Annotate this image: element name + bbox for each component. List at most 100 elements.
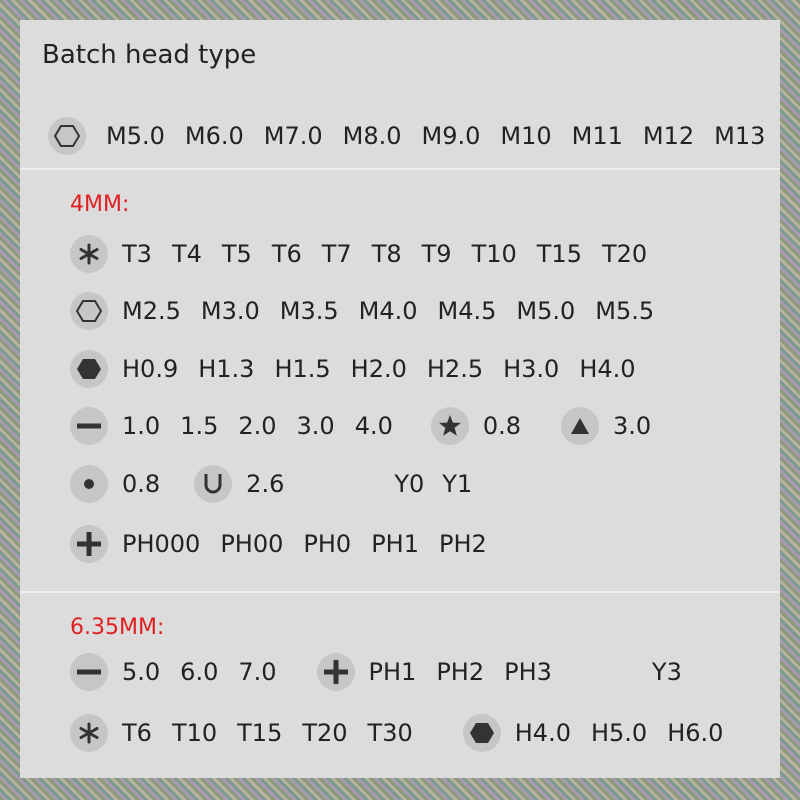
y-label: Y3 xyxy=(651,658,682,686)
slotted-labels: 5.0 6.0 7.0 xyxy=(122,658,277,686)
size-label: T8 xyxy=(371,240,402,268)
size-label: H5.0 xyxy=(590,719,648,747)
slotted-icon xyxy=(70,653,108,691)
size-label: 3.0 xyxy=(296,412,335,440)
phillips-row-4mm: PH000 PH00 PH0 PH1 PH2 xyxy=(70,524,487,564)
size-label: M12 xyxy=(642,122,695,150)
size-label: 5.0 xyxy=(122,658,161,686)
size-label: H0.9 xyxy=(122,355,179,383)
size-label: M3.5 xyxy=(279,297,339,325)
size-label: M3.0 xyxy=(200,297,260,325)
slotted-phillips-row-635mm: 5.0 6.0 7.0 PH1 PH2 PH3 Y3 xyxy=(70,652,682,692)
size-label: T6 xyxy=(122,719,152,747)
size-label: PH000 xyxy=(122,530,201,558)
size-label: T5 xyxy=(221,240,252,268)
section-label-635mm: 6.35MM: xyxy=(70,615,165,640)
dot-icon xyxy=(70,465,108,503)
size-label: PH2 xyxy=(438,530,487,558)
hex-outline-row-4mm: M2.5 M3.0 M3.5 M4.0 M4.5 M5.0 M5.5 xyxy=(70,291,654,331)
phillips-icon xyxy=(70,525,108,563)
size-label: M11 xyxy=(571,122,623,150)
size-label: 2.0 xyxy=(238,412,277,440)
size-label: T10 xyxy=(471,240,517,268)
size-label: M8.0 xyxy=(342,122,402,150)
hexagon-outline-icon xyxy=(48,117,86,155)
size-label: 4.0 xyxy=(354,412,393,440)
size-label: PH1 xyxy=(371,530,419,558)
torx-icon xyxy=(70,235,108,273)
size-label: H4.0 xyxy=(514,719,571,747)
y-label: Y1 xyxy=(442,470,473,498)
hex-solid-row-4mm: H0.9 H1.3 H1.5 H2.0 H2.5 H3.0 H4.0 xyxy=(70,349,636,389)
torx-labels: T6 T10 T15 T20 T30 xyxy=(122,719,413,747)
star-icon xyxy=(430,407,469,445)
size-label: M5.0 xyxy=(106,122,165,150)
size-label: M4.0 xyxy=(358,297,418,325)
size-label: 7.0 xyxy=(238,658,277,686)
size-label: M10 xyxy=(500,122,552,150)
size-label: PH1 xyxy=(368,658,417,686)
size-label: PH0 xyxy=(303,530,352,558)
size-label: PH2 xyxy=(436,658,485,686)
size-label: T6 xyxy=(271,240,302,268)
size-label: H1.5 xyxy=(274,355,331,383)
size-label: H6.0 xyxy=(667,719,724,747)
size-label: M7.0 xyxy=(263,122,323,150)
size-label: 1.5 xyxy=(180,412,219,440)
triangle-size-label: 3.0 xyxy=(613,412,652,440)
phillips-labels: PH1 PH2 PH3 xyxy=(369,658,552,686)
size-label: M5.5 xyxy=(595,297,655,325)
size-label: T20 xyxy=(302,719,348,747)
size-label: PH00 xyxy=(220,530,284,558)
hexagon-solid-icon xyxy=(70,350,108,388)
size-label: 1.0 xyxy=(122,412,161,440)
hexagon-outline-icon xyxy=(70,292,108,330)
size-label: H2.0 xyxy=(350,355,407,383)
size-label: M6.0 xyxy=(184,122,244,150)
size-label: 6.0 xyxy=(180,658,219,686)
size-label: M4.5 xyxy=(437,297,497,325)
size-label: T10 xyxy=(171,719,218,747)
torx-icon xyxy=(70,714,108,752)
phillips-icon xyxy=(316,653,355,691)
size-label: M9.0 xyxy=(421,122,481,150)
phillips-labels: PH000 PH00 PH0 PH1 PH2 xyxy=(122,530,487,558)
star-size-label: 0.8 xyxy=(482,412,522,440)
size-label: M5.0 xyxy=(516,297,576,325)
size-label: T3 xyxy=(122,240,152,268)
size-label: T15 xyxy=(536,240,582,268)
y-label: Y0 xyxy=(394,470,425,498)
size-label: H3.0 xyxy=(503,355,560,383)
dot-size-label: 0.8 xyxy=(122,470,161,498)
size-label: PH3 xyxy=(504,658,552,686)
size-label: T30 xyxy=(367,719,413,747)
top-hex-row: M5.0 M6.0 M7.0 M8.0 M9.0 M10 M11 M12 M13 xyxy=(48,116,765,156)
torx-labels: T3 T4 T5 T6 T7 T8 T9 T10 T15 T20 xyxy=(122,240,647,268)
torx-row-4mm: T3 T4 T5 T6 T7 T8 T9 T10 T15 T20 xyxy=(70,234,647,274)
u-shape-icon xyxy=(194,465,233,503)
hex-outline-labels: M2.5 M3.0 M3.5 M4.0 M4.5 M5.0 M5.5 xyxy=(122,297,654,325)
size-label: H2.5 xyxy=(426,355,484,383)
size-label: H4.0 xyxy=(579,355,636,383)
size-label: M2.5 xyxy=(122,297,181,325)
hex-solid-labels: H0.9 H1.3 H1.5 H2.0 H2.5 H3.0 H4.0 xyxy=(122,355,636,383)
section-label-4mm: 4MM: xyxy=(70,192,130,217)
slotted-row-4mm: 1.0 1.5 2.0 3.0 4.0 0.8 3.0 xyxy=(70,406,651,446)
hexagon-solid-icon xyxy=(462,714,501,752)
page-title: Batch head type xyxy=(42,40,257,70)
size-label: T20 xyxy=(601,240,648,268)
hex-solid-labels: H4.0 H5.0 H6.0 xyxy=(515,719,724,747)
u-size-label: 2.6 xyxy=(246,470,285,498)
size-label: T4 xyxy=(171,240,202,268)
triangle-icon xyxy=(561,407,600,445)
torx-hex-row-635mm: T6 T10 T15 T20 T30 H4.0 H5.0 H6.0 xyxy=(70,713,723,753)
size-label: M13 xyxy=(714,122,766,150)
size-label: T7 xyxy=(321,240,352,268)
top-row-labels: M5.0 M6.0 M7.0 M8.0 M9.0 M10 M11 M12 M13 xyxy=(106,122,765,150)
divider xyxy=(20,168,780,170)
batch-head-panel: Batch head type M5.0 M6.0 M7.0 M8.0 M9.0… xyxy=(20,20,780,778)
dot-u-y-row-4mm: 0.8 2.6 Y0 Y1 xyxy=(70,464,472,504)
size-label: H1.3 xyxy=(198,355,255,383)
slotted-icon xyxy=(70,407,108,445)
size-label: T15 xyxy=(237,719,283,747)
